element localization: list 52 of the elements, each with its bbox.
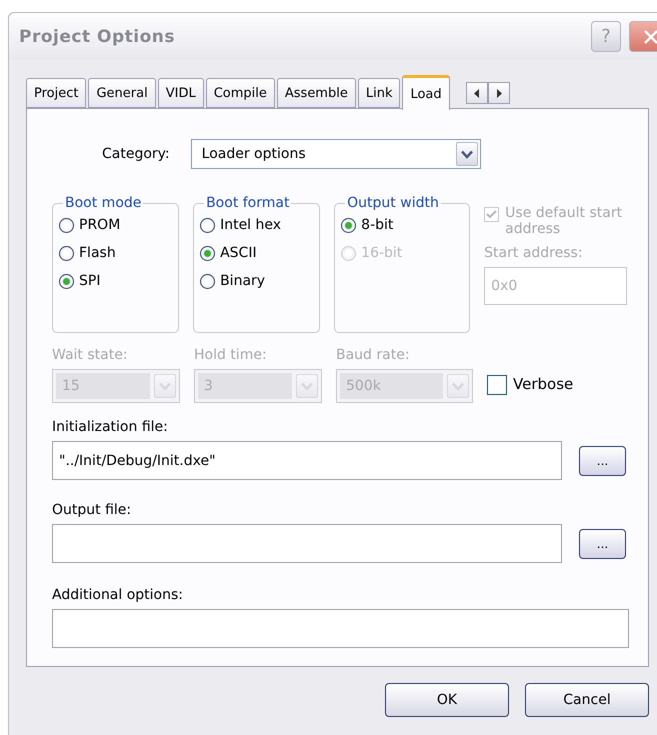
radio-option[interactable]: 8-bit xyxy=(341,213,464,237)
chevron-down-icon xyxy=(460,150,473,158)
close-icon xyxy=(643,28,657,44)
radio-button[interactable] xyxy=(200,274,216,288)
cancel-button[interactable]: Cancel xyxy=(525,683,649,717)
scroll-left-button[interactable] xyxy=(466,82,488,104)
tab[interactable]: Compile xyxy=(206,78,275,108)
browse-button[interactable]: ... xyxy=(579,528,626,558)
group-title: Boot format xyxy=(205,195,290,211)
chevron-down-icon xyxy=(452,382,464,390)
group-title: Boot mode xyxy=(64,195,142,211)
group-title: Output width xyxy=(346,195,440,211)
checkbox-option[interactable]: Verbose xyxy=(487,375,574,395)
radio-option[interactable]: Flash xyxy=(59,241,172,265)
radio-option[interactable]: Intel hex xyxy=(200,213,314,237)
field-label: Initialization file: xyxy=(52,419,169,435)
tab[interactable]: General xyxy=(88,78,156,108)
radio-button[interactable] xyxy=(59,274,74,288)
tab[interactable]: Project xyxy=(26,78,86,108)
field-label: Baud rate: xyxy=(336,347,411,363)
ok-button[interactable]: OK xyxy=(385,683,509,717)
radio-option[interactable]: SPI xyxy=(59,269,172,293)
tab[interactable]: Load xyxy=(402,75,450,110)
input-field[interactable]: "../Init/Debug/Init.dxe" xyxy=(52,441,562,480)
radio-button[interactable] xyxy=(59,218,74,232)
radio-option[interactable]: PROM xyxy=(59,213,172,237)
left-arrow-icon xyxy=(474,88,480,98)
input-field[interactable] xyxy=(52,609,629,648)
field-label: Output file: xyxy=(52,502,132,518)
right-arrow-icon xyxy=(496,88,502,98)
window-title: Project Options xyxy=(19,26,176,46)
input-field[interactable] xyxy=(52,524,562,563)
radio-button[interactable] xyxy=(200,246,216,260)
category-label: Category: xyxy=(102,146,170,162)
category-dropdown[interactable]: Loader options xyxy=(190,139,481,169)
tab[interactable]: Link xyxy=(358,78,400,108)
browse-button[interactable]: ... xyxy=(579,446,626,476)
radio-button[interactable] xyxy=(59,246,74,260)
checkbox[interactable] xyxy=(487,375,507,395)
scroll-right-button[interactable] xyxy=(488,82,510,104)
tab[interactable]: VIDL xyxy=(158,78,204,108)
chevron-down-icon xyxy=(159,382,171,390)
field-label: Start address: xyxy=(484,245,584,261)
field-label: Wait state: xyxy=(52,347,129,363)
chevron-down-icon xyxy=(301,382,313,390)
radio-button[interactable] xyxy=(200,218,216,232)
radio-option[interactable]: Binary xyxy=(200,269,314,293)
field-label: Hold time: xyxy=(194,347,268,363)
tab[interactable]: Assemble xyxy=(276,78,356,108)
radio-option[interactable]: ASCII xyxy=(200,241,314,265)
radio-button[interactable] xyxy=(341,218,356,232)
field-label: Additional options: xyxy=(52,587,184,603)
